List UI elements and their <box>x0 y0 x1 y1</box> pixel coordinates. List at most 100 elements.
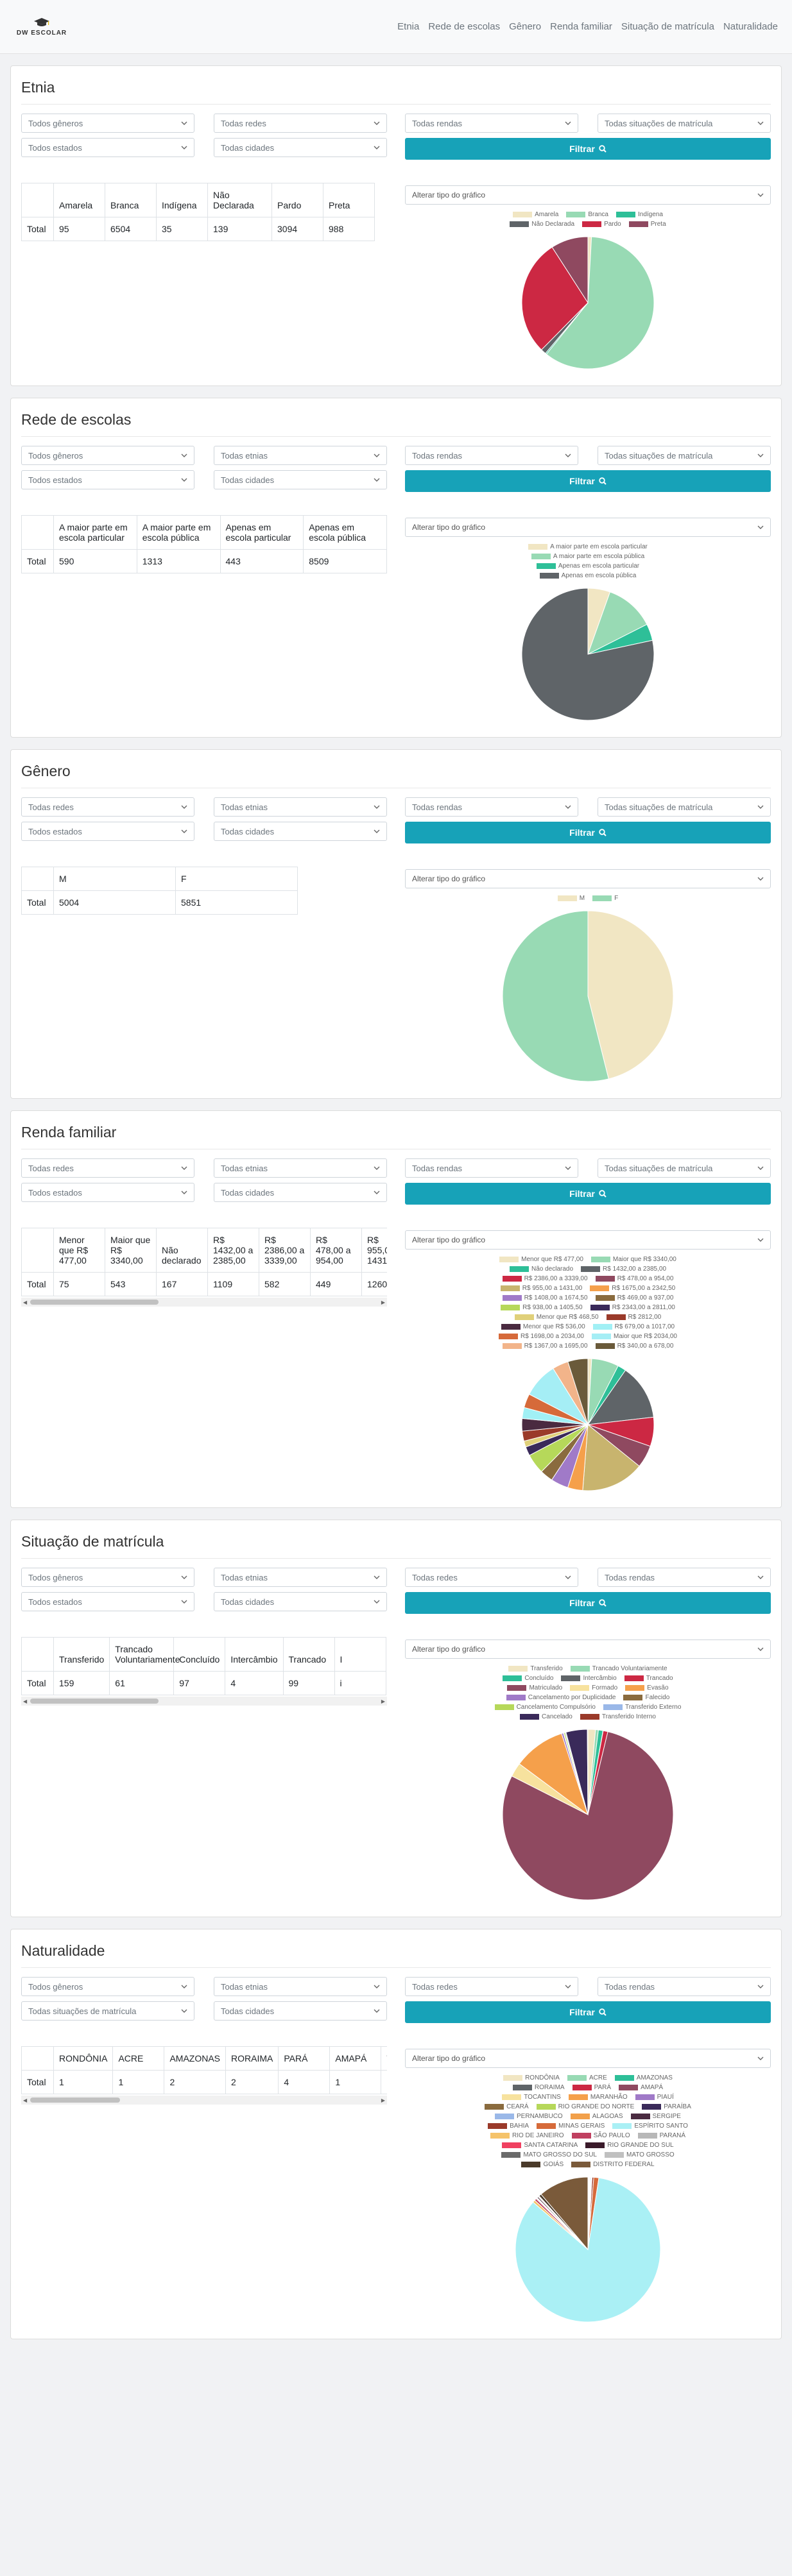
filter-select-2[interactable]: Todas situações de matrícula <box>21 2001 194 2021</box>
filter-select-3[interactable]: Todas cidades <box>214 822 387 841</box>
legend-item[interactable]: MATO GROSSO DO SUL <box>501 2151 597 2158</box>
scroll-left-icon[interactable]: ◀ <box>23 1699 27 1704</box>
legend-item[interactable]: R$ 469,00 a 937,00 <box>595 1294 673 1301</box>
filter-select-1[interactable]: Todas etnias <box>214 446 387 465</box>
legend-item[interactable]: Concluído <box>503 1675 553 1682</box>
legend-item[interactable]: Cancelamento por Duplicidade <box>506 1694 616 1701</box>
legend-item[interactable]: Matriculado <box>507 1684 562 1691</box>
nav-link-5[interactable]: Naturalidade <box>723 21 778 32</box>
legend-item[interactable]: R$ 2386,00 a 3339,00 <box>502 1275 588 1282</box>
legend-item[interactable]: A maior parte em escola particular <box>528 543 648 550</box>
filter-select-2[interactable]: Todos estados <box>21 138 194 157</box>
legend-item[interactable]: A maior parte em escola pública <box>531 553 644 560</box>
legend-item[interactable]: R$ 679,00 a 1017,00 <box>592 1323 675 1330</box>
legend-item[interactable]: R$ 1367,00 a 1695,00 <box>502 1343 588 1350</box>
filter-select-right-0[interactable]: Todas redes <box>405 1568 578 1587</box>
legend-item[interactable]: MINAS GERAIS <box>537 2123 605 2130</box>
legend-item[interactable]: TOCANTINS <box>502 2094 561 2101</box>
filter-button[interactable]: Filtrar <box>405 138 771 160</box>
filter-select-0[interactable]: Todos gêneros <box>21 114 194 133</box>
filter-button[interactable]: Filtrar <box>405 2001 771 2023</box>
filter-select-2[interactable]: Todos estados <box>21 1592 194 1611</box>
legend-item[interactable]: CEARÁ <box>485 2103 529 2110</box>
legend-item[interactable]: Não Declarada <box>510 221 574 228</box>
scroll-left-icon[interactable]: ◀ <box>23 2097 27 2103</box>
legend-item[interactable]: DISTRITO FEDERAL <box>571 2161 655 2168</box>
legend-item[interactable]: M <box>557 895 585 902</box>
legend-item[interactable]: R$ 478,00 a 954,00 <box>595 1275 673 1282</box>
filter-select-right-0[interactable]: Todas rendas <box>405 114 578 133</box>
filter-select-right-1[interactable]: Todas rendas <box>598 1568 771 1587</box>
legend-item[interactable]: Transferido Externo <box>603 1704 681 1711</box>
legend-item[interactable]: Maior que R$ 3340,00 <box>590 1256 676 1263</box>
legend-item[interactable]: R$ 2343,00 a 2811,00 <box>590 1304 675 1311</box>
legend-item[interactable]: SANTA CATARINA <box>502 2142 578 2149</box>
legend-item[interactable]: Intercâmbio <box>561 1675 617 1682</box>
filter-button[interactable]: Filtrar <box>405 1183 771 1205</box>
horizontal-scrollbar[interactable]: ◀ ▶ <box>21 2096 387 2105</box>
legend-item[interactable]: ACRE <box>567 2074 607 2081</box>
filter-select-right-1[interactable]: Todas situações de matrícula <box>598 1158 771 1178</box>
legend-item[interactable]: Formado <box>570 1684 617 1691</box>
legend-item[interactable]: Apenas em escola particular <box>536 563 639 570</box>
legend-item[interactable]: PIAUÍ <box>635 2094 674 2101</box>
filter-select-2[interactable]: Todos estados <box>21 822 194 841</box>
nav-link-2[interactable]: Gênero <box>509 21 541 32</box>
filter-select-3[interactable]: Todas cidades <box>214 1592 387 1611</box>
legend-item[interactable]: R$ 1698,00 a 2034,00 <box>499 1333 584 1340</box>
legend-item[interactable]: ESPÍRITO SANTO <box>612 2123 688 2130</box>
chart-type-select[interactable]: Alterar tipo do gráfico <box>405 185 771 205</box>
legend-item[interactable]: Preta <box>628 221 666 228</box>
legend-item[interactable]: RORAIMA <box>512 2084 565 2091</box>
filter-select-0[interactable]: Todos gêneros <box>21 1568 194 1587</box>
filter-select-1[interactable]: Todas etnias <box>214 797 387 817</box>
legend-item[interactable]: RIO GRANDE DO NORTE <box>536 2103 634 2110</box>
legend-item[interactable]: Cancelado <box>520 1713 572 1720</box>
chart-type-select[interactable]: Alterar tipo do gráfico <box>405 1640 771 1659</box>
legend-item[interactable]: MARANHÃO <box>568 2094 628 2101</box>
legend-item[interactable]: R$ 938,00 a 1405,50 <box>501 1304 583 1311</box>
legend-item[interactable]: Evasão <box>625 1684 669 1691</box>
legend-item[interactable]: BAHIA <box>488 2123 529 2130</box>
nav-link-3[interactable]: Renda familiar <box>550 21 612 32</box>
legend-item[interactable]: R$ 955,00 a 1431,00 <box>500 1285 582 1292</box>
legend-item[interactable]: PARANÁ <box>637 2132 685 2139</box>
legend-item[interactable]: Transferido <box>508 1665 563 1672</box>
filter-button[interactable]: Filtrar <box>405 822 771 843</box>
legend-item[interactable]: Falecido <box>623 1694 669 1701</box>
legend-item[interactable]: R$ 1675,00 a 2342,50 <box>590 1285 675 1292</box>
filter-select-2[interactable]: Todos estados <box>21 470 194 489</box>
legend-item[interactable]: R$ 1408,00 a 1674,50 <box>502 1294 588 1301</box>
brand[interactable]: DW ESCOLAR <box>14 17 69 37</box>
filter-select-right-0[interactable]: Todas rendas <box>405 446 578 465</box>
chart-type-select[interactable]: Alterar tipo do gráfico <box>405 869 771 888</box>
chart-type-select[interactable]: Alterar tipo do gráfico <box>405 1230 771 1250</box>
legend-item[interactable]: Trancado <box>624 1675 673 1682</box>
legend-item[interactable]: RONDÔNIA <box>503 2074 560 2081</box>
scroll-thumb[interactable] <box>30 1300 159 1305</box>
filter-select-0[interactable]: Todas redes <box>21 1158 194 1178</box>
scroll-right-icon[interactable]: ▶ <box>381 1699 385 1704</box>
legend-item[interactable]: PARAÍBA <box>642 2103 691 2110</box>
filter-select-right-1[interactable]: Todas situações de matrícula <box>598 797 771 817</box>
scroll-right-icon[interactable]: ▶ <box>381 1300 385 1305</box>
filter-select-0[interactable]: Todos gêneros <box>21 446 194 465</box>
legend-item[interactable]: Apenas em escola pública <box>539 572 636 579</box>
legend-item[interactable]: RIO GRANDE DO SUL <box>585 2142 674 2149</box>
scroll-right-icon[interactable]: ▶ <box>381 2097 385 2103</box>
nav-link-1[interactable]: Rede de escolas <box>428 21 500 32</box>
filter-select-3[interactable]: Todas cidades <box>214 470 387 489</box>
filter-select-1[interactable]: Todas etnias <box>214 1977 387 1996</box>
filter-button[interactable]: Filtrar <box>405 470 771 492</box>
legend-item[interactable]: PARÁ <box>572 2084 611 2091</box>
legend-item[interactable]: Menor que R$ 477,00 <box>499 1256 583 1263</box>
chart-type-select[interactable]: Alterar tipo do gráfico <box>405 2049 771 2068</box>
scroll-thumb[interactable] <box>30 1699 159 1704</box>
legend-item[interactable]: RIO DE JANEIRO <box>490 2132 564 2139</box>
legend-item[interactable]: Cancelamento Compulsório <box>494 1704 596 1711</box>
legend-item[interactable]: GOIÁS <box>521 2161 564 2168</box>
nav-link-0[interactable]: Etnia <box>397 21 419 32</box>
legend-item[interactable]: Indígena <box>616 211 663 218</box>
legend-item[interactable]: ALAGOAS <box>570 2113 623 2120</box>
legend-item[interactable]: Trancado Voluntariamente <box>570 1665 667 1672</box>
